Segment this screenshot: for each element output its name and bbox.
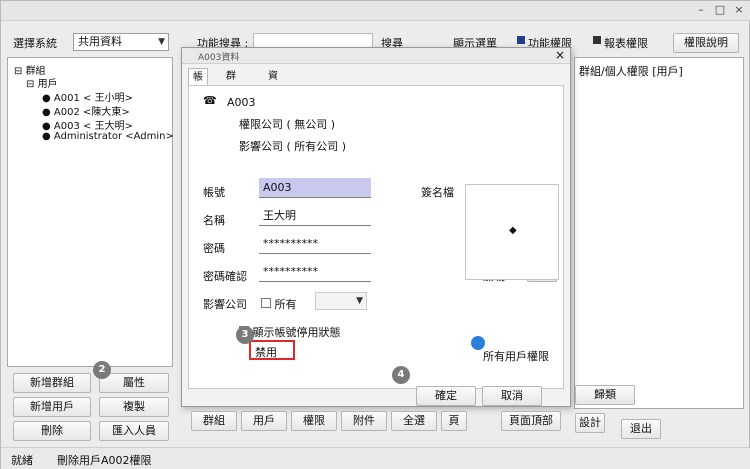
dialog-title-bar: A003資料 × xyxy=(182,48,570,64)
tab-account[interactable]: 帳號 xyxy=(188,68,208,101)
user-tree: ⊟ 群組 ⊟ 用戶 ● A001 < 王小明> ● A002 <陳大東> ● A… xyxy=(7,57,174,367)
confirm-password-input[interactable]: ********** xyxy=(259,262,371,282)
tree-item[interactable]: ● Administrator <Admin> xyxy=(42,131,174,142)
disable-status-label: 顯示帳號停用狀態 xyxy=(252,326,341,339)
disable-status-checkbox[interactable]: 顯示帳號停用狀態 xyxy=(239,324,341,340)
design-button[interactable]: 設計 xyxy=(575,413,605,433)
system-select[interactable]: 共用資料 ▼ xyxy=(73,33,169,51)
toolbar-select-all-button[interactable]: 全選 xyxy=(391,411,437,431)
close-icon[interactable]: × xyxy=(731,3,747,17)
tree-item[interactable]: ● A001 < 王小明> xyxy=(42,89,133,104)
status-bar: 就緒 刪除用戶A002權限 xyxy=(1,447,750,469)
company-value: 所有 xyxy=(274,298,297,311)
status-detail: 刪除用戶A002權限 xyxy=(57,454,152,467)
tree-users-node[interactable]: ⊟ 用戶 xyxy=(26,75,58,90)
permission-help-button[interactable]: 權限說明 xyxy=(673,33,739,53)
company-select[interactable]: ▼ xyxy=(315,292,367,310)
tab-security[interactable]: 資料安全 xyxy=(264,68,282,136)
user-dialog: A003資料 × 帳號 群組別 資料安全 ☎ A003 權限公司 ( 無公司 )… xyxy=(181,47,571,407)
toolbar-group-button[interactable]: 群組 xyxy=(191,411,237,431)
toolbar-permission-button[interactable]: 權限 xyxy=(291,411,337,431)
name-label: 名稱 xyxy=(203,214,225,227)
toolbar-page-button[interactable]: 頁 xyxy=(441,411,467,431)
user-icon: ☎ xyxy=(203,94,217,107)
edit-button[interactable]: 屬性 xyxy=(99,373,169,393)
company-check-box[interactable] xyxy=(261,298,271,308)
toolbar-top-button[interactable]: 頁面頂部 xyxy=(501,411,561,431)
all-users-permission-label[interactable]: 所有用戶權限 xyxy=(483,348,549,364)
report-permission-tab[interactable]: 報表權限 xyxy=(604,35,648,51)
password-label: 密碼 xyxy=(203,242,225,255)
other-button[interactable]: 歸類 xyxy=(575,385,635,405)
add-group-button[interactable]: 新增群組 xyxy=(13,373,91,393)
report-icon xyxy=(593,36,601,44)
bottom-toolbar: 群組 用戶 權限 附件 全選 頁 頁面頂部 xyxy=(179,409,573,433)
main-window: – □ × 選擇系統 共用資料 ▼ 功能搜尋 : 搜尋 顯示選單 功能權限 報表… xyxy=(0,0,750,469)
delete-button[interactable]: 刪除 xyxy=(13,421,91,441)
step-badge: 3 xyxy=(236,326,254,344)
affect-company-label: 影響公司 xyxy=(203,298,247,311)
step-badge: 4 xyxy=(392,366,410,384)
confirm-password-label: 密碼確認 xyxy=(203,270,247,283)
tab-group[interactable]: 群組別 xyxy=(222,68,240,118)
step-badge: 2 xyxy=(93,361,111,379)
signature-box[interactable]: ◆ xyxy=(465,184,559,280)
account-label: 帳號 xyxy=(203,186,225,199)
tree-item[interactable]: ● A003 < 王大明> xyxy=(42,117,133,132)
select-system-label: 選擇系統 xyxy=(13,37,57,50)
user-code: A003 xyxy=(227,96,256,109)
perm-icon xyxy=(517,36,525,44)
signature-label: 簽名檔 xyxy=(421,186,454,199)
company-checkbox[interactable]: 所有 xyxy=(261,296,297,312)
signature-placeholder-icon: ◆ xyxy=(509,225,517,236)
company-affect-text: 影響公司 ( 所有公司 ) xyxy=(239,140,347,153)
tree-item[interactable]: ● A002 <陳大東> xyxy=(42,103,130,118)
maximize-icon[interactable]: □ xyxy=(712,3,728,17)
cancel-button[interactable]: 取消 xyxy=(482,386,542,406)
permission-list: 群組/個人權限 [用戶] xyxy=(574,57,744,409)
chevron-down-icon: ▼ xyxy=(356,296,363,306)
toolbar-user-button[interactable]: 用戶 xyxy=(241,411,287,431)
title-bar: – □ × xyxy=(1,1,750,21)
chevron-down-icon: ▼ xyxy=(158,37,165,47)
import-button[interactable]: 匯入人員 xyxy=(99,421,169,441)
ok-button[interactable]: 確定 xyxy=(416,386,476,406)
permission-list-header: 群組/個人權限 [用戶] xyxy=(579,65,683,78)
password-input[interactable]: ********** xyxy=(259,234,371,254)
minimize-icon[interactable]: – xyxy=(693,3,709,17)
name-input[interactable]: 王大明 xyxy=(259,206,371,226)
system-select-value: 共用資料 xyxy=(78,35,122,48)
copy-button[interactable]: 複製 xyxy=(99,397,169,417)
tree-item-label: Administrator <Admin> xyxy=(53,131,174,142)
disable-button-label: 禁用 xyxy=(255,346,277,359)
dialog-title: A003資料 xyxy=(198,53,240,63)
company-permission-text: 權限公司 ( 無公司 ) xyxy=(239,118,336,131)
toolbar-attach-button[interactable]: 附件 xyxy=(341,411,387,431)
account-input[interactable]: A003 xyxy=(259,178,371,198)
status-text: 就緒 xyxy=(11,454,33,467)
disable-button[interactable]: 禁用 xyxy=(249,340,295,360)
dialog-close-icon[interactable]: × xyxy=(555,48,565,62)
add-user-button[interactable]: 新增用戶 xyxy=(13,397,91,417)
exit-button[interactable]: 退出 xyxy=(621,419,661,439)
